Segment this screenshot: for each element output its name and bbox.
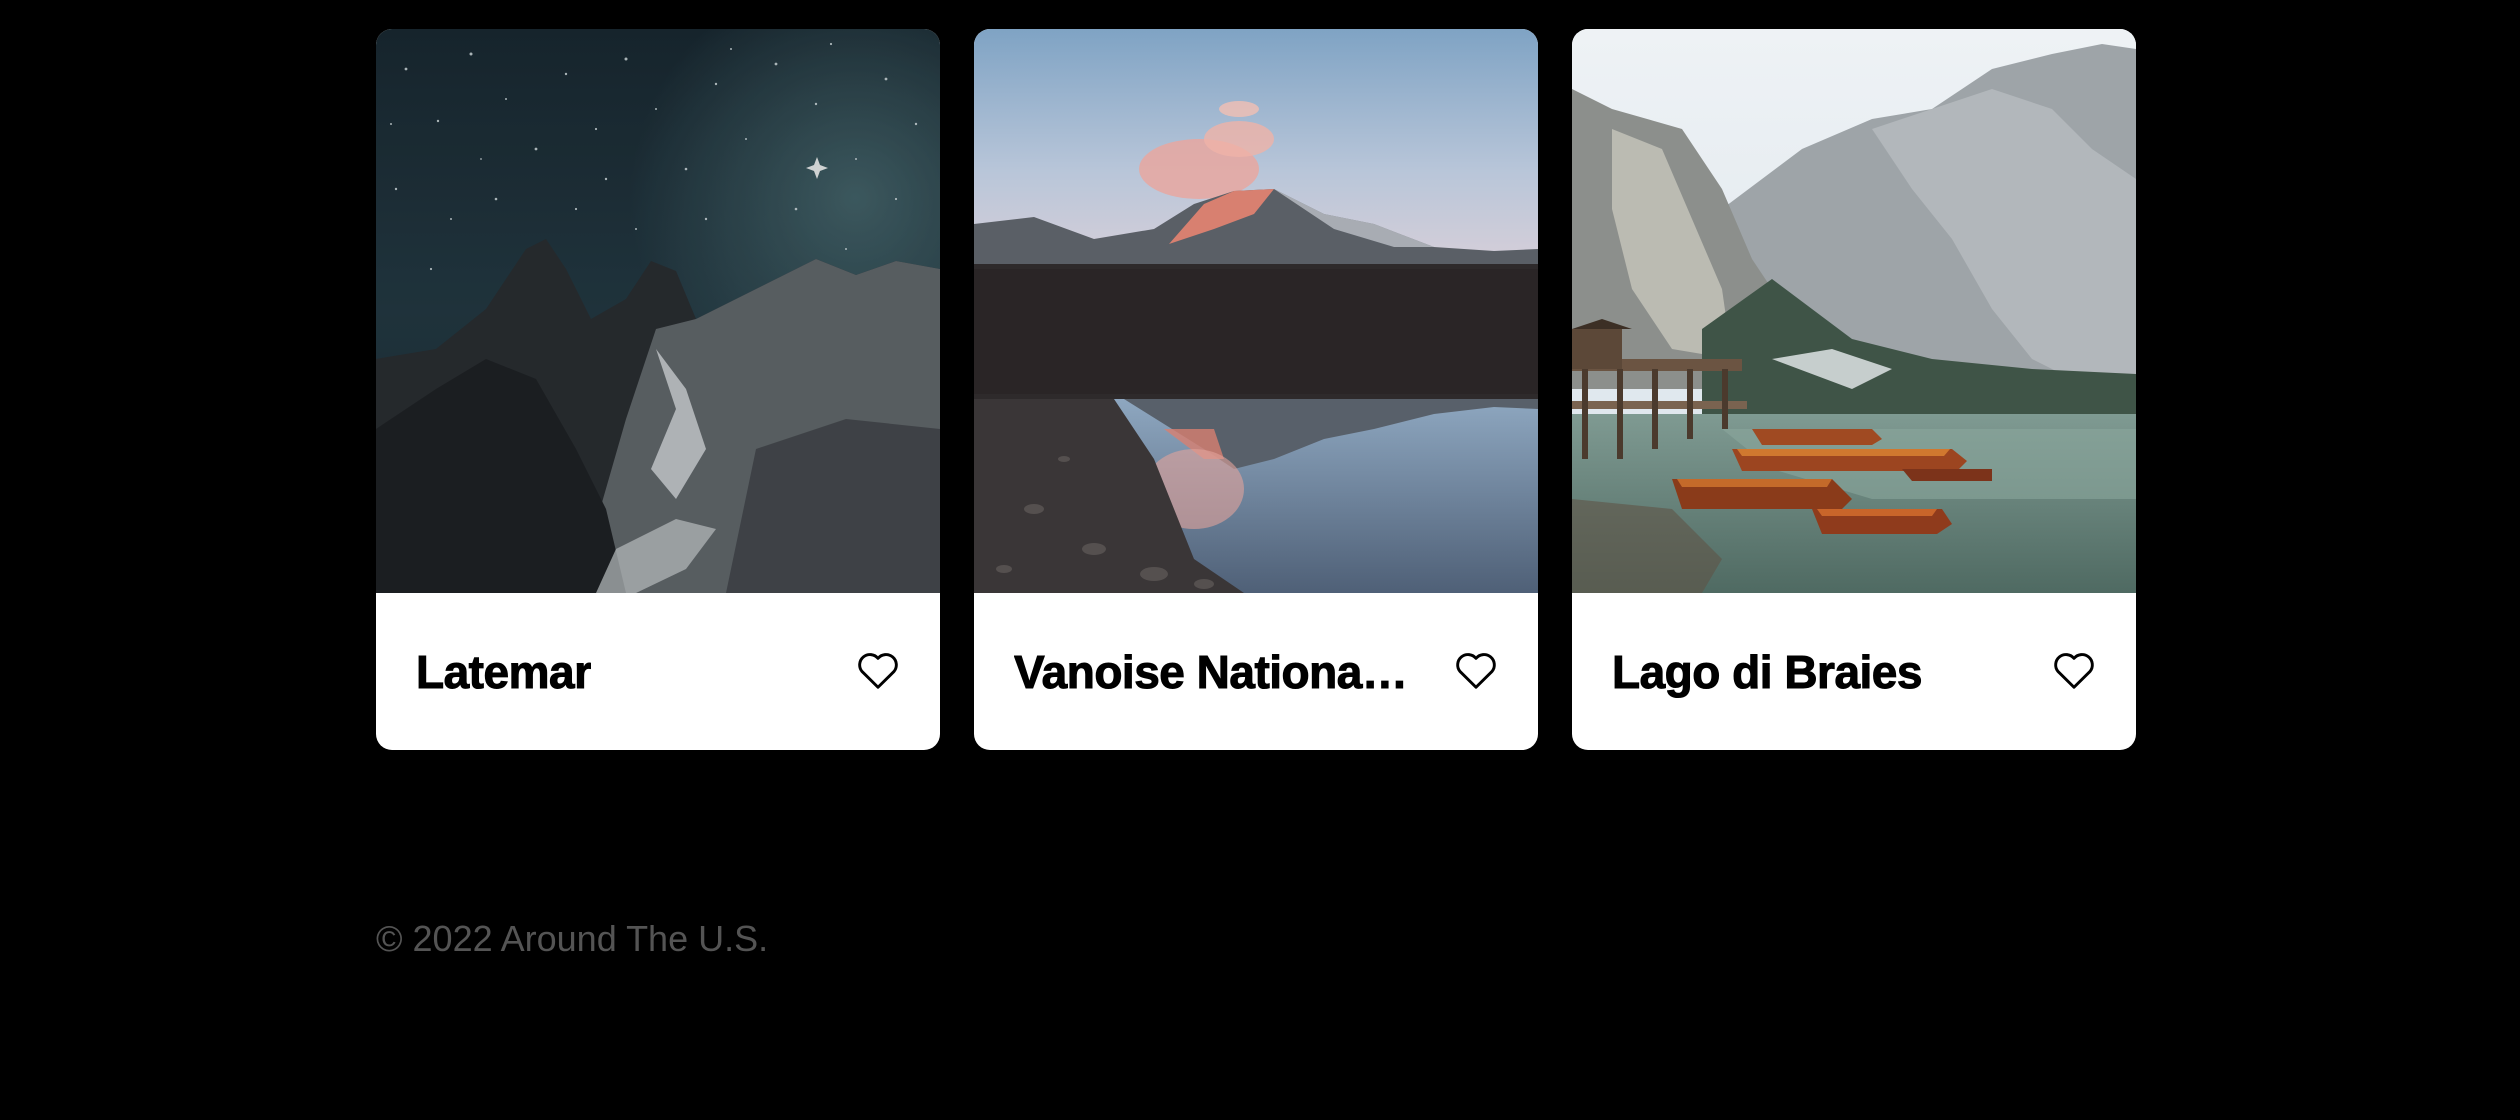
place-card: Latemar: [376, 29, 940, 750]
place-card: Lago di Braies: [1572, 29, 2136, 750]
place-card: Vanoise Nationa…: [974, 29, 1538, 750]
card-title: Latemar: [416, 645, 592, 698]
like-button[interactable]: [856, 652, 900, 692]
card-grid: Latemar Vanoise Nationa… Lago di Braies: [376, 29, 2136, 750]
card-footer: Lago di Braies: [1572, 593, 2136, 750]
card-image-vanoise[interactable]: [974, 29, 1538, 593]
heart-icon: [1454, 650, 1498, 693]
card-title: Vanoise Nationa…: [1014, 645, 1408, 698]
card-title: Lago di Braies: [1612, 645, 1922, 698]
card-image-latemar[interactable]: [376, 29, 940, 593]
like-button[interactable]: [2052, 652, 2096, 692]
like-button[interactable]: [1454, 652, 1498, 692]
heart-icon: [856, 650, 900, 693]
card-footer: Vanoise Nationa…: [974, 593, 1538, 750]
card-image-lago-di-braies[interactable]: [1572, 29, 2136, 593]
card-footer: Latemar: [376, 593, 940, 750]
heart-icon: [2052, 650, 2096, 693]
page: Latemar Vanoise Nationa… Lago di Braies …: [0, 0, 2520, 1120]
footer-copyright: © 2022 Around The U.S.: [376, 918, 769, 959]
